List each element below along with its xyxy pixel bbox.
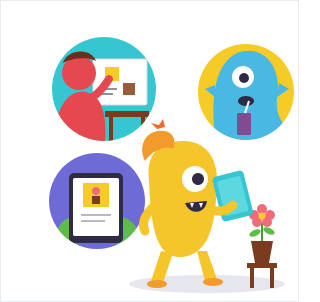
easel-board [92, 58, 148, 106]
potted-flower [247, 204, 277, 288]
blue-monster-scene [198, 44, 294, 140]
plant-stool [247, 263, 277, 268]
illustration-card [0, 0, 299, 302]
plant-pot [251, 241, 273, 263]
teacher-easel-scene [52, 37, 156, 141]
yellow-monster [138, 119, 253, 288]
hair-bow [151, 119, 165, 129]
blue-monster-mouth [238, 96, 254, 106]
desk [105, 111, 149, 117]
classroom-monster-illustration [49, 37, 294, 293]
red-monster-head [62, 56, 96, 90]
easel-picture-2 [123, 83, 135, 95]
yellow-monster-body [148, 141, 218, 258]
tablet-scene [49, 153, 145, 249]
purple-cup [237, 113, 251, 135]
